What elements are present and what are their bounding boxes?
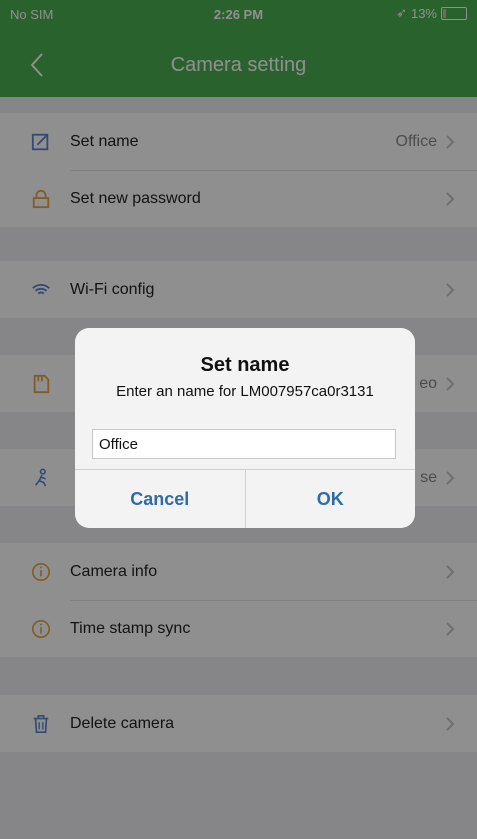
cancel-button[interactable]: Cancel (75, 470, 246, 528)
ok-button[interactable]: OK (246, 470, 416, 528)
dialog-title: Set name (200, 354, 290, 376)
dialog-buttons: Cancel OK (75, 469, 415, 528)
set-name-dialog: Set name Enter an name for LM007957ca0r3… (75, 328, 415, 528)
dialog-message: Enter an name for LM007957ca0r3131 (116, 383, 374, 400)
name-input[interactable] (92, 429, 396, 459)
